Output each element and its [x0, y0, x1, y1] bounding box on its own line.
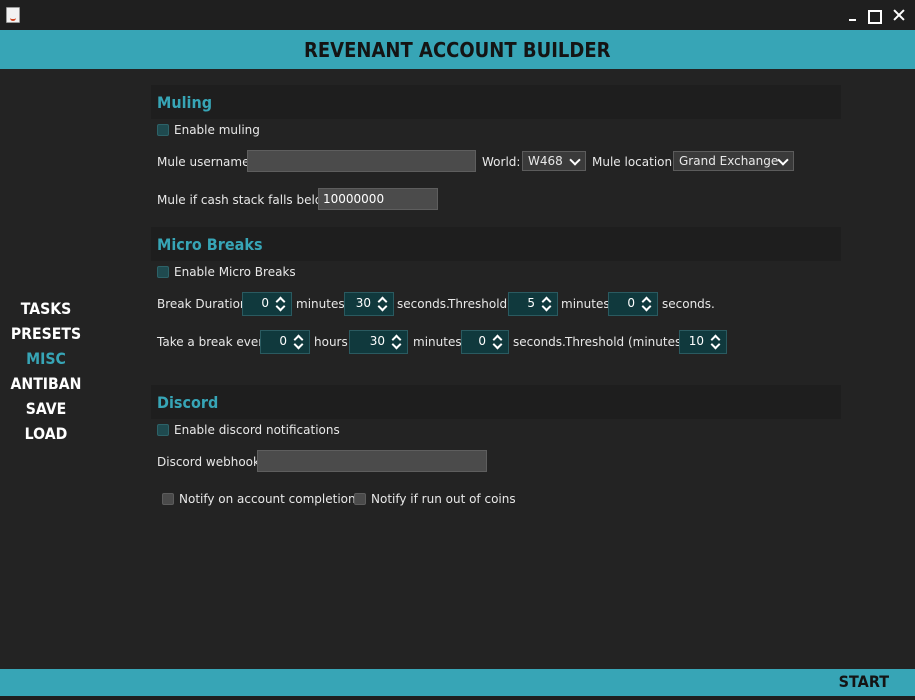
app-header: REVENANT ACCOUNT BUILDER: [0, 30, 915, 69]
every-seconds-spinner[interactable]: 0: [461, 330, 509, 354]
sidebar-item-save[interactable]: SAVE: [6, 396, 87, 421]
minutes-label: minutes: [561, 297, 610, 311]
hours-label: hours: [314, 335, 348, 349]
discord-section-header: Discord: [151, 385, 841, 419]
discord-webhook-input[interactable]: [257, 450, 487, 472]
spinner-value: 0: [261, 296, 269, 310]
cash-threshold-input[interactable]: [318, 188, 438, 210]
chevron-down-icon: [777, 154, 789, 166]
threshold-seconds-spinner[interactable]: 0: [608, 292, 658, 316]
every-hours-spinner[interactable]: 0: [260, 330, 310, 354]
threshold-label: Threshold:: [448, 297, 512, 311]
spinner-value: 0: [279, 334, 287, 348]
window-titlebar: [0, 0, 915, 30]
notify-completion-label: Notify on account completion: [179, 492, 356, 506]
threshold-minutes-label: Threshold (minutes):: [565, 335, 690, 349]
break-duration-label: Break Duration:: [157, 297, 252, 311]
java-app-icon: [6, 7, 20, 23]
close-icon[interactable]: [892, 8, 906, 22]
mule-location-value: Grand Exchange: [679, 154, 779, 168]
every-threshold-spinner[interactable]: 10: [679, 330, 727, 354]
app-title: REVENANT ACCOUNT BUILDER: [304, 37, 611, 62]
sidebar-nav: TASKS PRESETS MISC ANTIBAN SAVE LOAD: [0, 296, 92, 446]
notify-coins-checkbox[interactable]: [354, 493, 366, 505]
spinner-value: 30: [369, 334, 385, 348]
mule-location-select[interactable]: Grand Exchange: [673, 151, 794, 171]
every-minutes-spinner[interactable]: 30: [349, 330, 408, 354]
seconds-label: seconds.: [397, 297, 450, 311]
notify-coins-label: Notify if run out of coins: [371, 492, 516, 506]
duration-seconds-spinner[interactable]: 30: [344, 292, 394, 316]
up-down-arrows-icon[interactable]: [292, 333, 306, 351]
chevron-down-icon: [569, 154, 581, 166]
spinner-value: 5: [527, 296, 535, 310]
muling-section-header: Muling: [151, 85, 841, 119]
start-button[interactable]: START: [839, 672, 889, 691]
up-down-arrows-icon[interactable]: [376, 295, 390, 313]
up-down-arrows-icon[interactable]: [390, 333, 404, 351]
mule-username-label: Mule username:: [157, 155, 254, 169]
minutes-label: minutes: [296, 297, 345, 311]
micro-breaks-section-title: Micro Breaks: [157, 235, 263, 254]
seconds-label: seconds.: [662, 297, 715, 311]
enable-discord-checkbox[interactable]: [157, 424, 169, 436]
spinner-value: 30: [355, 296, 371, 310]
up-down-arrows-icon[interactable]: [540, 295, 554, 313]
discord-section-title: Discord: [157, 393, 219, 412]
notify-completion-checkbox[interactable]: [162, 493, 174, 505]
discord-webhook-label: Discord webhook:: [157, 455, 265, 469]
sidebar-item-tasks[interactable]: TASKS: [6, 296, 87, 321]
up-down-arrows-icon[interactable]: [640, 295, 654, 313]
mule-username-input[interactable]: [247, 150, 476, 172]
threshold-minutes-spinner[interactable]: 5: [508, 292, 558, 316]
world-label: World:: [482, 155, 521, 169]
spinner-value: 0: [478, 334, 486, 348]
mule-location-label: Mule location:: [592, 155, 677, 169]
up-down-arrows-icon[interactable]: [709, 333, 723, 351]
minutes-label: minutes: [413, 335, 462, 349]
maximize-icon[interactable]: [867, 8, 882, 24]
spinner-value: 10: [688, 334, 704, 348]
enable-micro-breaks-checkbox[interactable]: [157, 266, 169, 278]
enable-discord-label: Enable discord notifications: [174, 423, 340, 437]
enable-muling-label: Enable muling: [174, 123, 260, 137]
sidebar-item-antiban[interactable]: ANTIBAN: [6, 371, 87, 396]
sidebar-item-misc[interactable]: MISC: [6, 346, 87, 371]
seconds-label: seconds.: [513, 335, 566, 349]
world-select-value: W468: [528, 154, 563, 168]
up-down-arrows-icon[interactable]: [274, 295, 288, 313]
enable-micro-breaks-label: Enable Micro Breaks: [174, 265, 296, 279]
sidebar-item-load[interactable]: LOAD: [6, 421, 87, 446]
world-select[interactable]: W468: [522, 151, 586, 171]
sidebar-item-presets[interactable]: PRESETS: [6, 321, 87, 346]
cash-threshold-label: Mule if cash stack falls below:: [157, 193, 336, 207]
duration-minutes-spinner[interactable]: 0: [242, 292, 292, 316]
break-every-label: Take a break every:: [157, 335, 274, 349]
enable-muling-checkbox[interactable]: [157, 124, 169, 136]
footer-bar: START: [0, 669, 915, 696]
spinner-value: 0: [627, 296, 635, 310]
up-down-arrows-icon[interactable]: [491, 333, 505, 351]
muling-section-title: Muling: [157, 93, 213, 112]
micro-breaks-section-header: Micro Breaks: [151, 227, 841, 261]
window-bottom-edge: [0, 696, 915, 700]
minimize-icon[interactable]: [846, 8, 860, 22]
